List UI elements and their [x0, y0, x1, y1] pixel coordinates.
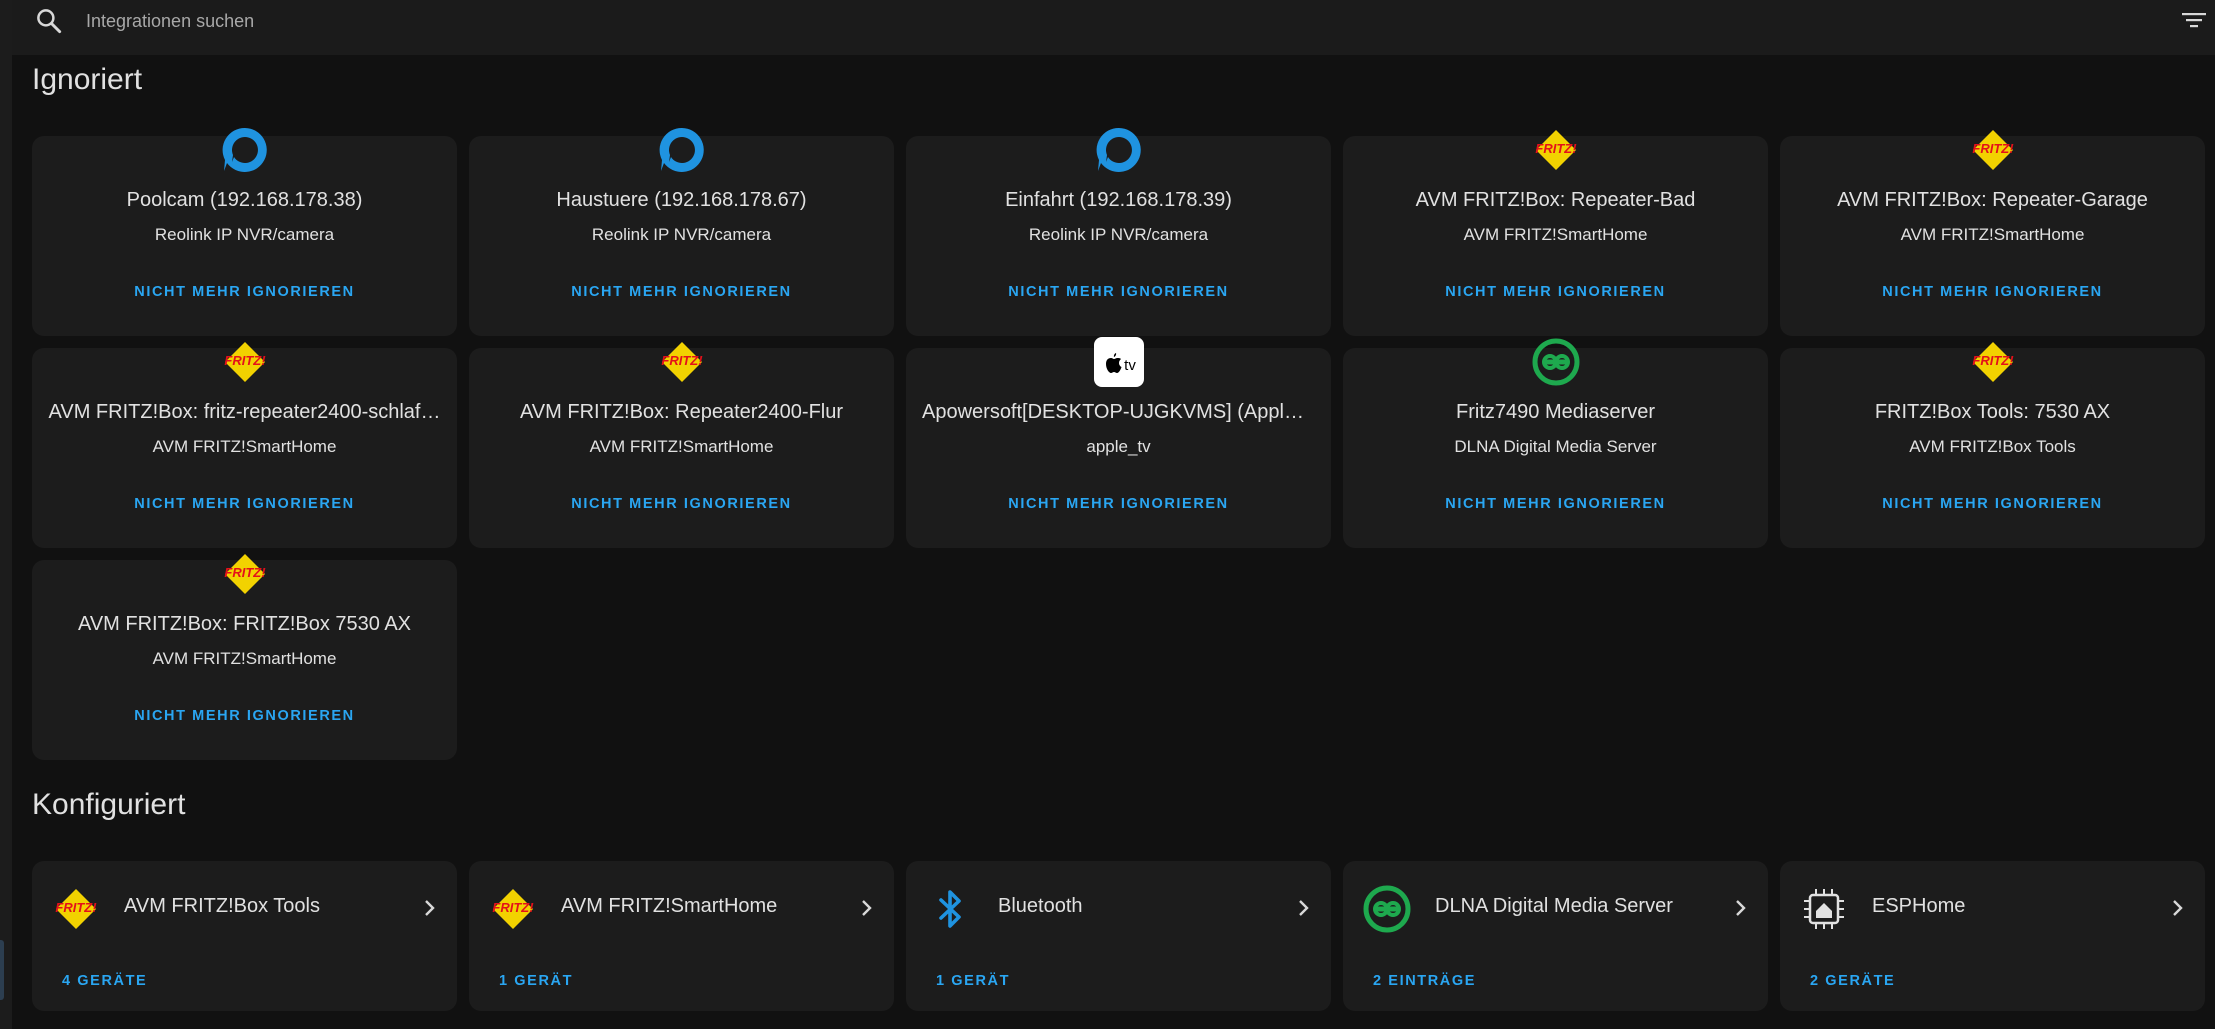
fritz-icon: FRITZ! [656, 336, 708, 388]
ignored-card-title: Einfahrt (192.168.178.39) [1005, 189, 1232, 211]
left-sidebar-edge [0, 0, 12, 1029]
integration-card[interactable]: FRITZ! AVM FRITZ!SmartHome 1 GERÄT [469, 861, 894, 1011]
fritz-icon: FRITZ! [487, 883, 539, 935]
ignored-card-title: AVM FRITZ!Box: Repeater2400-Flur [519, 401, 844, 423]
svg-text:FRITZ!: FRITZ! [661, 353, 703, 368]
svg-text:FRITZ!: FRITZ! [224, 353, 266, 368]
unignore-button[interactable]: NICHT MEHR IGNORIEREN [1343, 284, 1768, 300]
integration-count-link[interactable]: 2 GERÄTE [1810, 973, 1895, 989]
svg-text:FRITZ!: FRITZ! [55, 900, 97, 915]
ignored-card-subtitle: AVM FRITZ!Box Tools [1909, 437, 2076, 456]
integration-count-link[interactable]: 4 GERÄTE [62, 973, 147, 989]
ignored-card-title: Apowersoft[DESKTOP-UJGKVMS] (Apple… [922, 401, 1315, 423]
ignored-card-subtitle: AVM FRITZ!SmartHome [1463, 225, 1648, 244]
svg-text:FRITZ!: FRITZ! [1535, 141, 1577, 156]
search-icon [34, 6, 64, 36]
unignore-button[interactable]: NICHT MEHR IGNORIEREN [906, 496, 1331, 512]
integration-name: DLNA Digital Media Server [1435, 895, 1673, 917]
unignore-button[interactable]: NICHT MEHR IGNORIEREN [1343, 496, 1768, 512]
search-input[interactable] [84, 4, 1088, 38]
ignored-card-subtitle: AVM FRITZ!SmartHome [589, 437, 774, 456]
ignored-card: Haustuere (192.168.178.67) Reolink IP NVR… [469, 127, 894, 336]
ignored-card-title: Haustuere (192.168.178.67) [556, 189, 807, 211]
unignore-button[interactable]: NICHT MEHR IGNORIEREN [469, 284, 894, 300]
ignored-card: Poolcam (192.168.178.38) Reolink IP NVR/c… [32, 127, 457, 336]
unignore-button[interactable]: NICHT MEHR IGNORIEREN [1780, 496, 2205, 512]
reolink-icon [656, 124, 708, 176]
unignore-button[interactable]: NICHT MEHR IGNORIEREN [32, 284, 457, 300]
dlna-icon [1530, 336, 1582, 388]
section-title-ignored: Ignoriert [32, 63, 143, 96]
reolink-icon [1093, 124, 1145, 176]
unignore-button[interactable]: NICHT MEHR IGNORIEREN [906, 284, 1331, 300]
esphome-icon [1798, 883, 1850, 935]
ignored-card: FRITZ! AVM FRITZ!Box: FRITZ!Box 7530 AX AV… [32, 554, 457, 760]
filter-icon[interactable] [2178, 6, 2210, 34]
integration-name: AVM FRITZ!SmartHome [561, 895, 778, 917]
chevron-right-icon[interactable] [1732, 897, 1750, 919]
search-bar [12, 0, 2215, 55]
ignored-card-subtitle: Reolink IP NVR/camera [1028, 225, 1209, 244]
unignore-button[interactable]: NICHT MEHR IGNORIEREN [32, 708, 457, 724]
ignored-card: Fritz7490 Mediaserver DLNA Digital Media … [1343, 338, 1768, 548]
apple-tv-icon: tv [1093, 336, 1145, 388]
ignored-card-subtitle: AVM FRITZ!SmartHome [1900, 225, 2085, 244]
fritz-icon: FRITZ! [50, 883, 102, 935]
integration-card[interactable]: ESPHome 2 GERÄTE [1780, 861, 2205, 1011]
fritz-icon: FRITZ! [1967, 336, 2019, 388]
fritz-icon: FRITZ! [219, 336, 271, 388]
unignore-button[interactable]: NICHT MEHR IGNORIEREN [1780, 284, 2205, 300]
integration-card[interactable]: DLNA Digital Media Server 2 EINTRÄGE [1343, 861, 1768, 1011]
fritz-icon: FRITZ! [219, 548, 271, 600]
svg-text:FRITZ!: FRITZ! [492, 900, 534, 915]
integration-name: ESPHome [1872, 895, 1966, 917]
ignored-card: FRITZ! AVM FRITZ!Box: Repeater-Bad AVM FRI… [1343, 130, 1768, 336]
integration-card[interactable]: FRITZ! AVM FRITZ!Box Tools 4 GERÄTE [32, 861, 457, 1011]
integration-name: Bluetooth [998, 895, 1083, 917]
ignored-card-title: AVM FRITZ!Box: fritz-repeater2400-schlaf… [48, 401, 441, 423]
ignored-card-subtitle: AVM FRITZ!SmartHome [152, 437, 337, 456]
chevron-right-icon[interactable] [1295, 897, 1313, 919]
ignored-card-subtitle: apple_tv [1086, 437, 1151, 456]
ignored-card: FRITZ! AVM FRITZ!Box: fritz-repeater2400-… [32, 342, 457, 548]
ignored-card-subtitle: DLNA Digital Media Server [1454, 437, 1657, 456]
ignored-card-title: AVM FRITZ!Box: Repeater-Bad [1415, 189, 1696, 211]
integration-name: AVM FRITZ!Box Tools [124, 895, 320, 917]
sidebar-tab[interactable] [0, 940, 4, 1000]
integration-card[interactable]: Bluetooth 1 GERÄT [906, 861, 1331, 1011]
ignored-card-title: FRITZ!Box Tools: 7530 AX [1874, 401, 2111, 423]
fritz-icon: FRITZ! [1530, 124, 1582, 176]
integration-count-link[interactable]: 1 GERÄT [499, 973, 573, 989]
chevron-right-icon[interactable] [421, 897, 439, 919]
unignore-button[interactable]: NICHT MEHR IGNORIEREN [32, 496, 457, 512]
ignored-card-title: Fritz7490 Mediaserver [1456, 401, 1655, 423]
chevron-right-icon[interactable] [858, 897, 876, 919]
chevron-right-icon[interactable] [2169, 897, 2187, 919]
ignored-card: FRITZ! AVM FRITZ!Box: Repeater-Garage AVM … [1780, 130, 2205, 336]
dlna-icon [1361, 883, 1413, 935]
ignored-card: FRITZ! FRITZ!Box Tools: 7530 AX AVM FRITZ!… [1780, 342, 2205, 548]
ignored-card-subtitle: Reolink IP NVR/camera [591, 225, 772, 244]
integration-count-link[interactable]: 1 GERÄT [936, 973, 1010, 989]
integration-count-link[interactable]: 2 EINTRÄGE [1373, 973, 1476, 989]
svg-text:FRITZ!: FRITZ! [1972, 353, 2014, 368]
ignored-card: FRITZ! AVM FRITZ!Box: Repeater2400-Flur AV… [469, 342, 894, 548]
ignored-card: Einfahrt (192.168.178.39) Reolink IP NVR/… [906, 127, 1331, 336]
ignored-card-subtitle: Reolink IP NVR/camera [154, 225, 335, 244]
svg-text:FRITZ!: FRITZ! [224, 565, 266, 580]
ignored-card-subtitle: AVM FRITZ!SmartHome [152, 649, 337, 668]
ignored-card-title: AVM FRITZ!Box: Repeater-Garage [1837, 189, 2148, 211]
section-title-configured: Konfiguriert [32, 788, 186, 821]
bluetooth-icon [924, 883, 976, 935]
unignore-button[interactable]: NICHT MEHR IGNORIEREN [469, 496, 894, 512]
fritz-icon: FRITZ! [1967, 124, 2019, 176]
ignored-card-title: Poolcam (192.168.178.38) [126, 189, 363, 211]
ignored-card: tv Apowersoft[DESKTOP-UJGKVMS] (Apple… app… [906, 337, 1331, 548]
reolink-icon [219, 124, 271, 176]
ignored-card-title: AVM FRITZ!Box: FRITZ!Box 7530 AX [77, 613, 412, 635]
svg-text:FRITZ!: FRITZ! [1972, 141, 2014, 156]
svg-text:tv: tv [1124, 357, 1136, 374]
